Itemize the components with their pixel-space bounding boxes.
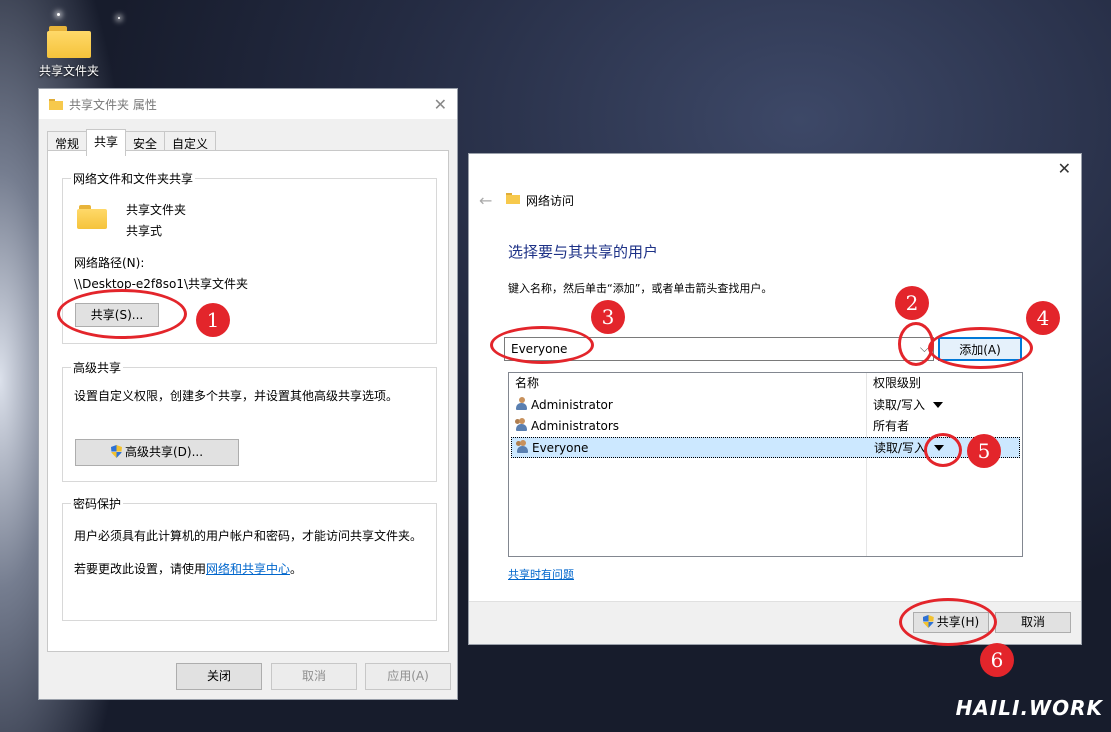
back-arrow-icon[interactable]: ← xyxy=(479,191,492,210)
annotation-number: 2 xyxy=(895,286,929,320)
list-header: 名称 权限级别 xyxy=(509,373,1022,394)
advanced-sharing-desc: 设置自定义权限，创建多个共享，并设置其他高级共享选项。 xyxy=(74,389,399,403)
password-protection-title: 密码保护 xyxy=(71,495,124,512)
annotation-ring xyxy=(928,327,1033,369)
desktop-folder-icon[interactable]: 共享文件夹 xyxy=(34,22,104,79)
user-cell: Everyone xyxy=(516,438,588,459)
annotation-number: 6 xyxy=(980,643,1014,677)
network-center-link[interactable]: 网络和共享中心 xyxy=(206,562,290,576)
network-folder-icon xyxy=(506,193,520,207)
annotation-ring xyxy=(924,433,962,467)
advanced-sharing-button[interactable]: 高级共享(D)... xyxy=(75,439,239,466)
group-icon xyxy=(515,418,528,432)
close-icon[interactable]: ✕ xyxy=(1058,159,1071,178)
annotation-ring xyxy=(899,598,997,646)
close-button[interactable]: 关闭 xyxy=(176,663,262,690)
annotation-number: 1 xyxy=(196,303,230,337)
permission-level: 读取/写入 xyxy=(874,441,927,455)
user-name: Administrator xyxy=(531,398,613,412)
close-icon[interactable]: ✕ xyxy=(434,95,447,114)
annotation-number: 3 xyxy=(591,300,625,334)
tab-sharing[interactable]: 共享 xyxy=(86,129,127,156)
password-protection-group: 密码保护 用户必须具有此计算机的用户帐户和密码，才能访问共享文件夹。 若要更改此… xyxy=(62,495,437,621)
cancel-button[interactable]: 取消 xyxy=(271,663,357,690)
desktop-folder-label: 共享文件夹 xyxy=(38,64,99,78)
annotation-number: 5 xyxy=(967,434,1001,468)
page-heading: 选择要与其共享的用户 xyxy=(508,243,659,261)
sharing-panel: 网络文件和文件夹共享 共享文件夹 共享式 网络路径(N): \\Desktop-… xyxy=(47,150,449,652)
advanced-sharing-group: 高级共享 设置自定义权限，创建多个共享，并设置其他高级共享选项。 高级共享(D)… xyxy=(62,359,437,482)
network-access-title: 网络访问 xyxy=(526,194,575,208)
network-access-window: ✕ ← 网络访问 选择要与其共享的用户 键入名称，然后单击“添加”，或者单击箭头… xyxy=(468,153,1082,645)
annotation-ring xyxy=(57,289,187,339)
user-cell: Administrator xyxy=(515,395,613,416)
column-permission-header[interactable]: 权限级别 xyxy=(873,373,921,394)
permission-level: 读取/写入 xyxy=(873,398,926,412)
uac-shield-icon xyxy=(110,445,122,458)
properties-tabs: 常规 共享 安全 自定义 xyxy=(47,129,217,156)
sharing-trouble-link[interactable]: 共享时有问题 xyxy=(508,566,574,582)
annotation-ring xyxy=(490,326,594,364)
watermark: HAILI.WORK xyxy=(955,696,1103,720)
cancel-button[interactable]: 取消 xyxy=(995,612,1071,633)
network-path-label: 网络路径(N): xyxy=(74,256,145,270)
folder-share-state: 共享式 xyxy=(126,224,163,238)
user-cell: Administrators xyxy=(515,416,619,437)
instruction-text: 键入名称，然后单击“添加”，或者单击箭头查找用户。 xyxy=(508,282,773,295)
table-row[interactable]: Administrator 读取/写入 xyxy=(509,395,1022,416)
user-name: Administrators xyxy=(531,419,620,433)
advanced-sharing-button-label: 高级共享(D)... xyxy=(124,445,204,459)
user-name: Everyone xyxy=(532,441,589,455)
folder-icon xyxy=(47,26,91,58)
advanced-sharing-title: 高级共享 xyxy=(71,359,124,376)
permission-level: 所有者 xyxy=(873,419,910,433)
password-change-prefix: 若要更改此设置，请使用 xyxy=(74,562,207,576)
permission-cell[interactable]: 读取/写入 xyxy=(873,395,944,416)
annotation-number: 4 xyxy=(1026,301,1060,335)
password-change-suffix: 。 xyxy=(290,562,303,576)
group-icon xyxy=(516,440,529,454)
properties-title: 共享文件夹 属性 xyxy=(69,97,157,112)
password-protection-desc: 用户必须具有此计算机的用户帐户和密码，才能访问共享文件夹。 xyxy=(74,529,423,543)
properties-window: 共享文件夹 属性 ✕ 常规 共享 安全 自定义 网络文件和文件夹共享 共享文件夹… xyxy=(38,88,458,700)
folder-icon xyxy=(49,98,63,110)
user-icon xyxy=(515,397,528,411)
dropdown-arrow-icon[interactable] xyxy=(933,402,944,408)
properties-titlebar: 共享文件夹 属性 ✕ xyxy=(39,89,457,119)
password-change-text: 若要更改此设置，请使用网络和共享中心。 xyxy=(74,560,302,577)
network-sharing-title: 网络文件和文件夹共享 xyxy=(71,170,196,187)
apply-button[interactable]: 应用(A) xyxy=(365,663,451,690)
column-name-header[interactable]: 名称 xyxy=(515,373,539,394)
folder-icon xyxy=(77,205,107,229)
folder-name: 共享文件夹 xyxy=(126,203,187,217)
